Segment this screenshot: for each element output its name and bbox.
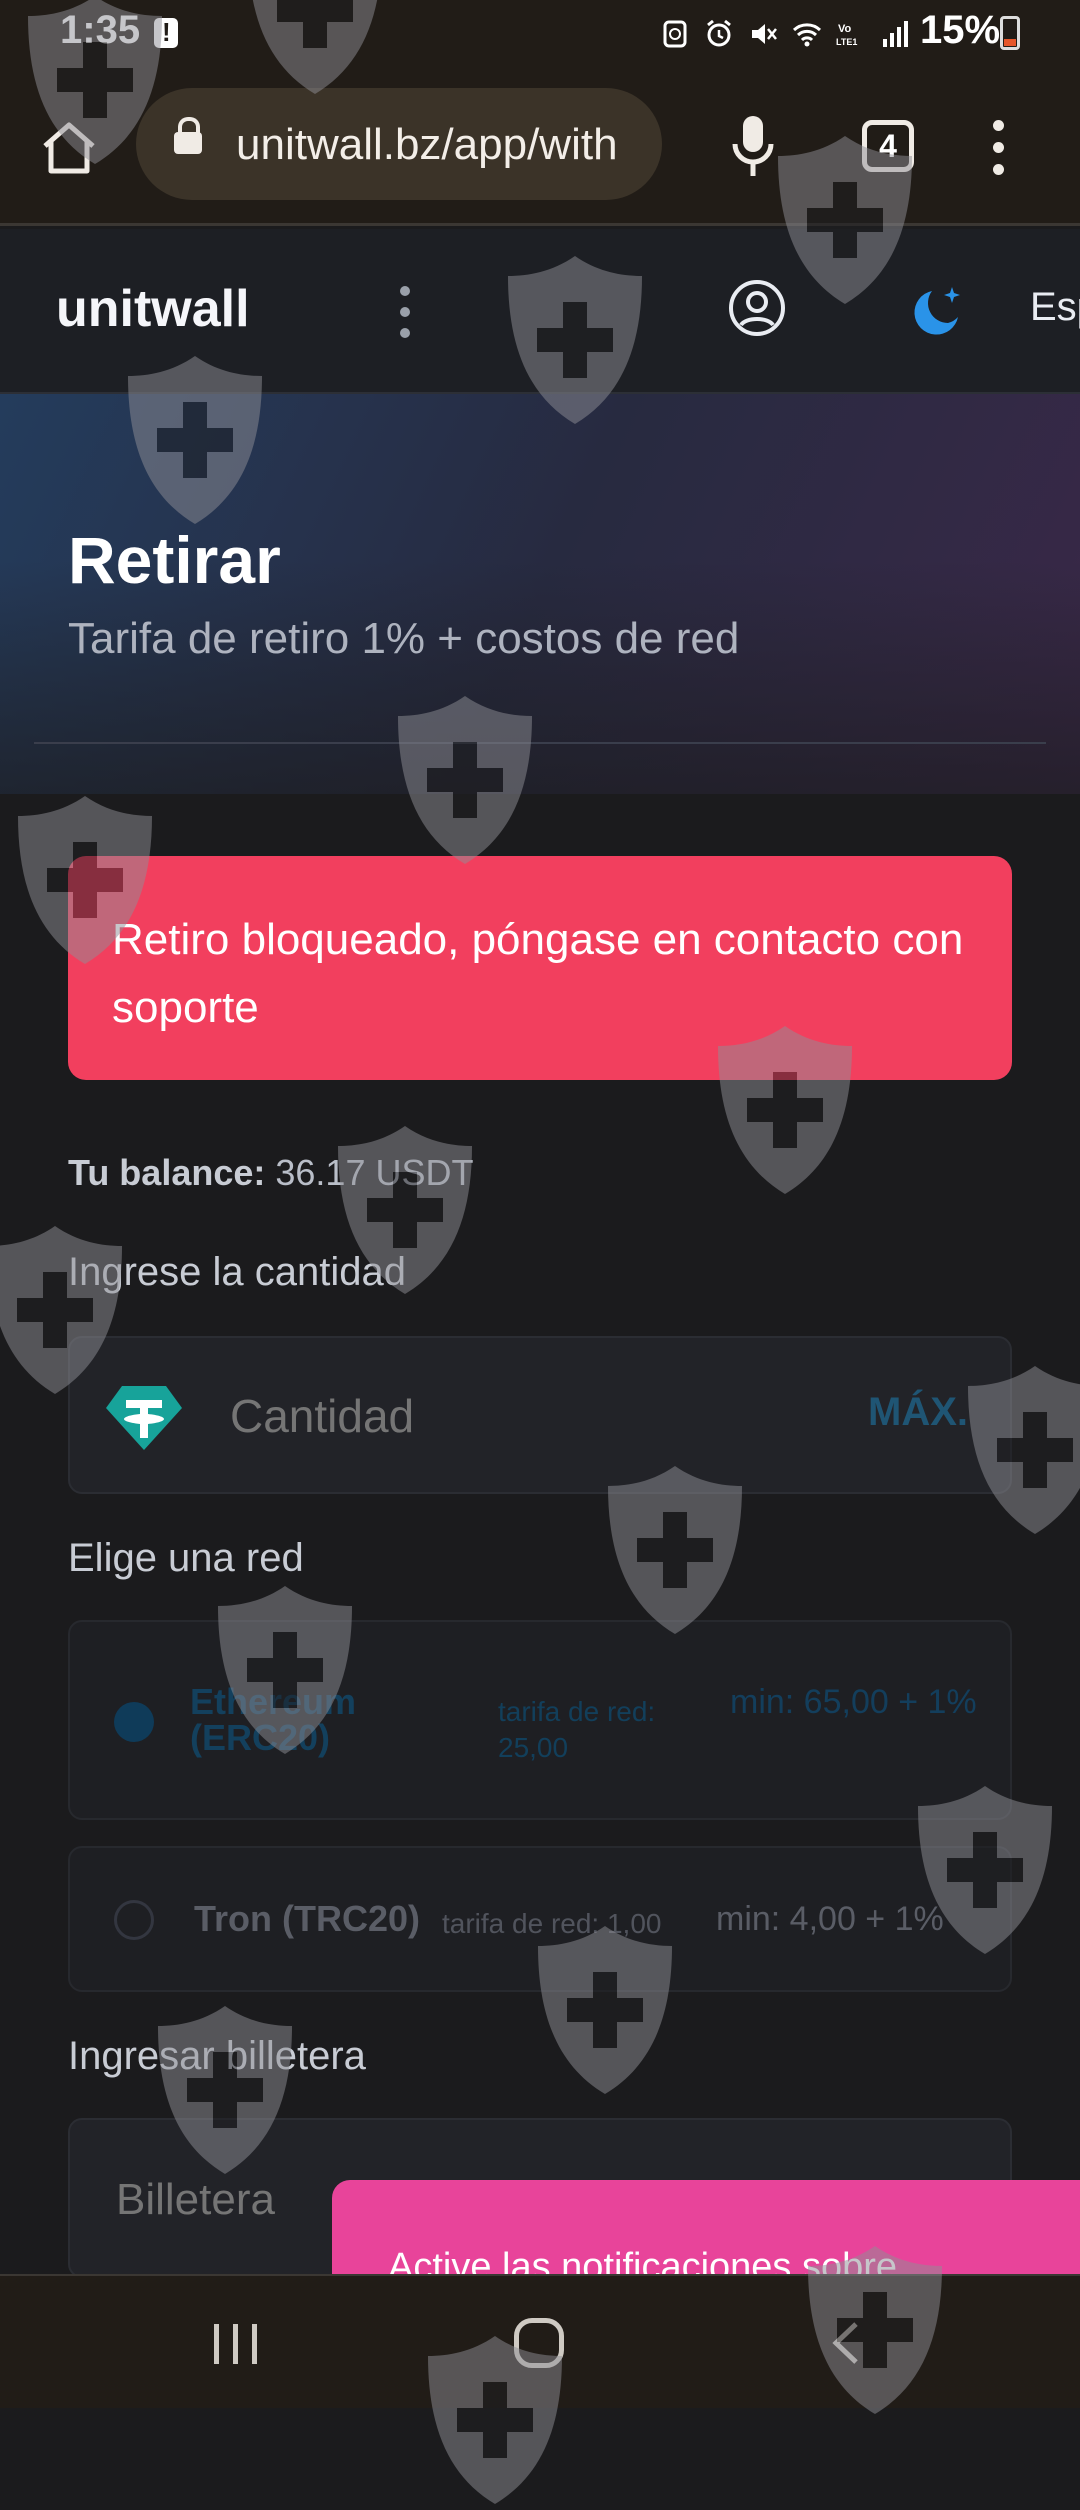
- network-fee: tarifa de red: 1,00: [442, 1908, 662, 1939]
- user-account-icon[interactable]: [728, 279, 786, 337]
- amount-input[interactable]: [228, 1388, 868, 1444]
- balance-value: 36.17 USDT: [275, 1152, 474, 1193]
- recycle-icon: [663, 20, 687, 48]
- network-name: Tron (TRC20): [194, 1898, 421, 1939]
- max-button[interactable]: MÁX.: [868, 1390, 968, 1435]
- browser-toolbar: unitwall.bz/app/with 4: [0, 70, 1080, 226]
- svg-text:LTE1: LTE1: [836, 37, 857, 47]
- recent-apps-icon[interactable]: [214, 2324, 258, 2364]
- system-nav-bar: [0, 2274, 1080, 2408]
- balance-label: Tu balance:: [68, 1152, 266, 1193]
- app-header: unitwall Esp: [0, 229, 1080, 394]
- home-icon[interactable]: [40, 120, 98, 176]
- tether-usdt-icon: [106, 1386, 182, 1450]
- network-option-tron[interactable]: Tron (TRC20) tarifa de red: 1,00 min: 4,…: [68, 1846, 1012, 1992]
- signal-icon: [883, 21, 908, 47]
- battery-percent: 15%: [920, 8, 1001, 52]
- status-bar: 1:35 Vo LTE1 15%: [0, 0, 1080, 70]
- page-title: Retirar: [68, 523, 281, 597]
- network-minimum: min: 4,00 + 1%: [716, 1900, 944, 1938]
- more-options-icon[interactable]: [398, 284, 412, 340]
- amount-label: Ingrese la cantidad: [68, 1250, 407, 1294]
- dark-mode-icon[interactable]: [910, 281, 966, 337]
- notification-banner[interactable]: Active las notificaciones sobre: [332, 2180, 1080, 2280]
- tab-switcher-button[interactable]: 4: [862, 120, 914, 172]
- address-bar[interactable]: unitwall.bz/app/with: [136, 88, 662, 200]
- alert-text: Retiro bloqueado, póngase en contacto co…: [112, 915, 964, 1032]
- language-selector[interactable]: Esp: [1030, 285, 1080, 330]
- alarm-icon: [707, 19, 731, 47]
- logo[interactable]: unitwall: [56, 279, 250, 339]
- withdrawal-blocked-alert: Retiro bloqueado, póngase en contacto co…: [68, 856, 1012, 1080]
- volte-icon: Vo LTE1: [836, 23, 857, 47]
- back-icon[interactable]: [826, 2320, 866, 2366]
- battery-icon: [1000, 16, 1020, 50]
- page-subtitle: Tarifa de retiro 1% + costos de red: [68, 614, 740, 663]
- network-option-ethereum[interactable]: Ethereum (ERC20) tarifa de red: 25,00 mi…: [68, 1620, 1012, 1820]
- divider: [34, 742, 1046, 744]
- url-text: unitwall.bz/app/with: [236, 120, 618, 169]
- amount-field[interactable]: MÁX.: [68, 1336, 1012, 1494]
- lock-icon: [174, 117, 202, 154]
- network-name: Ethereum (ERC20): [190, 1681, 357, 1758]
- mute-icon: [752, 24, 777, 44]
- wallet-label: Ingresar billetera: [68, 2034, 366, 2078]
- radio-selected[interactable]: [114, 1702, 154, 1742]
- network-label: Elige una red: [68, 1536, 304, 1580]
- balance: Tu balance: 36.17 USDT: [68, 1152, 473, 1194]
- wifi-icon: [792, 23, 822, 47]
- status-icons: Vo LTE1: [660, 10, 910, 58]
- svg-text:Vo: Vo: [838, 23, 852, 35]
- browser-menu-icon[interactable]: [990, 118, 1006, 178]
- radio-unselected[interactable]: [114, 1900, 154, 1940]
- network-minimum: min: 65,00 + 1%: [730, 1683, 977, 1721]
- microphone-icon[interactable]: [730, 114, 776, 178]
- network-fee: tarifa de red: 25,00: [498, 1696, 656, 1763]
- home-button-icon[interactable]: [514, 2318, 564, 2368]
- alert-notification-icon: [154, 17, 178, 48]
- status-time: 1:35: [60, 8, 141, 52]
